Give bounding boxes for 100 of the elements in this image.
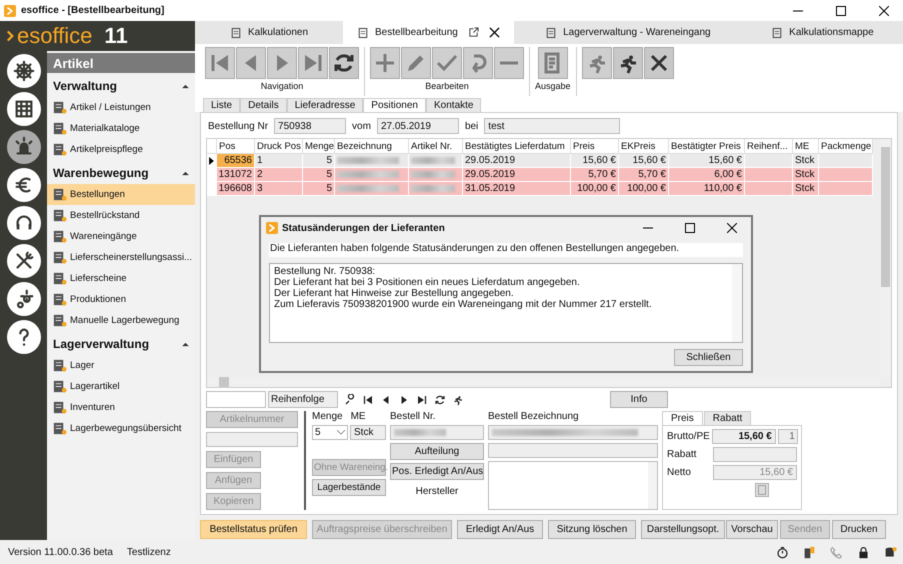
caret-icon[interactable] bbox=[182, 342, 189, 346]
sidebar-item[interactable]: Materialkataloge bbox=[47, 118, 195, 139]
module-button[interactable] bbox=[6, 54, 40, 88]
skip-last-icon[interactable] bbox=[416, 394, 428, 406]
caret-icon[interactable] bbox=[182, 170, 189, 176]
document-tab[interactable]: Kalkulationsmappe bbox=[742, 21, 903, 44]
row-indicator[interactable] bbox=[207, 154, 217, 168]
sidebar-item[interactable]: Artikelpreispflege bbox=[47, 139, 195, 160]
module-button[interactable] bbox=[6, 130, 40, 164]
sidebar-item[interactable]: Produktionen bbox=[47, 289, 195, 310]
action-button[interactable]: Sitzung löschen bbox=[548, 520, 636, 540]
text-field[interactable] bbox=[488, 443, 658, 458]
price-tab[interactable]: Preis bbox=[662, 411, 703, 426]
popout-icon[interactable] bbox=[468, 27, 479, 38]
sidebar-item[interactable]: Artikel / Leistungen bbox=[47, 97, 195, 118]
section-header[interactable]: Warenbewegung bbox=[53, 166, 182, 180]
document-icon bbox=[545, 26, 558, 39]
search-icon[interactable] bbox=[344, 394, 356, 406]
unit-field[interactable]: Stck bbox=[350, 425, 386, 440]
column-header[interactable]: Reihenf... bbox=[745, 139, 793, 154]
sidebar-item[interactable]: Bestellungen bbox=[47, 184, 195, 205]
quantity-dropdown[interactable]: 5 bbox=[312, 425, 348, 440]
sidebar-item[interactable]: Lieferscheinerstellungsassi... bbox=[47, 247, 195, 268]
column-header[interactable]: Menge bbox=[303, 139, 335, 154]
column-header[interactable]: Preis bbox=[571, 139, 619, 154]
sidebar-item[interactable]: Lieferscheine bbox=[47, 268, 195, 289]
skip-first-icon[interactable] bbox=[362, 394, 374, 406]
price-field[interactable]: 15,60 € bbox=[712, 429, 776, 444]
unit-field[interactable]: 1 bbox=[778, 429, 798, 444]
action-button[interactable]: Vorschau bbox=[726, 520, 778, 540]
sidebar-item[interactable]: Lagerbewegungsübersicht bbox=[47, 418, 195, 439]
column-header[interactable]: ME bbox=[793, 139, 819, 154]
column-header[interactable]: Packmenge bbox=[819, 139, 873, 154]
vertical-scrollbar[interactable] bbox=[732, 264, 742, 342]
sidebar-item[interactable]: Lager bbox=[47, 355, 195, 376]
document-tab[interactable]: Lagerverwaltung - Wareneingang bbox=[514, 21, 742, 44]
column-header[interactable]: Bestätigter Preis bbox=[669, 139, 745, 154]
phone-icon[interactable] bbox=[830, 546, 843, 558]
toolbar-button[interactable] bbox=[612, 47, 643, 80]
sidebar-item[interactable]: Inventuren bbox=[47, 397, 195, 418]
sidebar-item[interactable]: Wareneingänge bbox=[47, 226, 195, 247]
sort-field[interactable]: Reihenfolge bbox=[268, 391, 338, 408]
column-header[interactable]: Bestätigtes Lieferdatum bbox=[463, 139, 571, 154]
discount-field[interactable] bbox=[713, 447, 797, 462]
document-tab[interactable]: Kalkulationen bbox=[195, 21, 343, 44]
text-field[interactable]: test bbox=[484, 118, 620, 134]
page-tab[interactable]: Kontakte bbox=[426, 98, 482, 112]
module-button[interactable] bbox=[6, 320, 40, 354]
column-header[interactable]: Druck Pos bbox=[255, 139, 303, 154]
column-header[interactable]: Pos bbox=[217, 139, 255, 154]
action-button[interactable]: Erledigt An/Aus bbox=[457, 520, 543, 540]
section-header[interactable]: Lagerverwaltung bbox=[53, 337, 182, 351]
section-header[interactable]: Verwaltung bbox=[53, 79, 182, 93]
maximize-icon[interactable] bbox=[836, 6, 846, 16]
action-button[interactable]: Lagerbestände bbox=[312, 479, 386, 496]
text-field[interactable] bbox=[206, 432, 298, 448]
price-tab[interactable]: Rabatt bbox=[704, 411, 752, 426]
module-button[interactable] bbox=[6, 244, 40, 278]
info-button[interactable]: Info bbox=[610, 391, 668, 408]
sidebar-item[interactable]: Bestellrückstand bbox=[47, 205, 195, 226]
refresh-icon[interactable] bbox=[434, 394, 446, 406]
action-button[interactable]: Aufteilung bbox=[390, 443, 484, 460]
database-icon[interactable] bbox=[884, 546, 897, 558]
page-tab[interactable]: Liste bbox=[203, 98, 240, 112]
toolbar-button[interactable] bbox=[329, 47, 359, 80]
page-tab[interactable]: Lieferadresse bbox=[286, 98, 364, 112]
close-button[interactable]: Schließen bbox=[674, 349, 743, 366]
action-button[interactable]: Pos. Erledigt An/Aus bbox=[390, 463, 484, 480]
document-tab[interactable]: Bestellbearbeitung bbox=[343, 21, 514, 44]
toolbar-button[interactable] bbox=[644, 47, 674, 80]
close-icon[interactable] bbox=[727, 223, 737, 233]
sidebar-item[interactable]: Lagerartikel bbox=[47, 376, 195, 397]
action-button[interactable]: Bestellstatus prüfen bbox=[200, 520, 307, 540]
caret-icon[interactable] bbox=[182, 84, 189, 88]
lock-icon[interactable] bbox=[857, 546, 870, 558]
action-button[interactable]: Drucken bbox=[832, 520, 886, 540]
module-button[interactable] bbox=[6, 206, 40, 240]
page-tab[interactable]: Positionen bbox=[363, 98, 426, 112]
order-number-field[interactable] bbox=[390, 425, 484, 440]
text-field[interactable]: 27.05.2019 bbox=[376, 118, 459, 134]
action-button[interactable]: Darstellungsopt. bbox=[641, 520, 725, 540]
search-field[interactable] bbox=[206, 391, 266, 408]
page-tab[interactable]: Details bbox=[240, 98, 287, 112]
calculator-icon[interactable] bbox=[755, 483, 769, 498]
sidebar-item[interactable]: Manuelle Lagerbewegung bbox=[47, 310, 195, 331]
text-field[interactable]: 750938 bbox=[274, 118, 346, 134]
stopwatch-icon[interactable] bbox=[776, 546, 789, 558]
column-header[interactable]: Bezeichnung bbox=[335, 139, 409, 154]
column-header[interactable]: EKPreis bbox=[619, 139, 669, 154]
module-button[interactable] bbox=[6, 168, 40, 202]
column-header[interactable]: Artikel Nr. bbox=[409, 139, 463, 154]
close-icon[interactable] bbox=[488, 27, 500, 38]
module-button[interactable] bbox=[6, 92, 40, 126]
notes-field[interactable] bbox=[488, 461, 658, 510]
runner-icon[interactable] bbox=[452, 394, 464, 406]
server-icon[interactable] bbox=[803, 546, 816, 558]
close-icon[interactable] bbox=[879, 6, 889, 16]
maximize-icon[interactable] bbox=[685, 223, 695, 233]
description-field[interactable] bbox=[488, 425, 658, 440]
module-button[interactable] bbox=[6, 282, 40, 316]
